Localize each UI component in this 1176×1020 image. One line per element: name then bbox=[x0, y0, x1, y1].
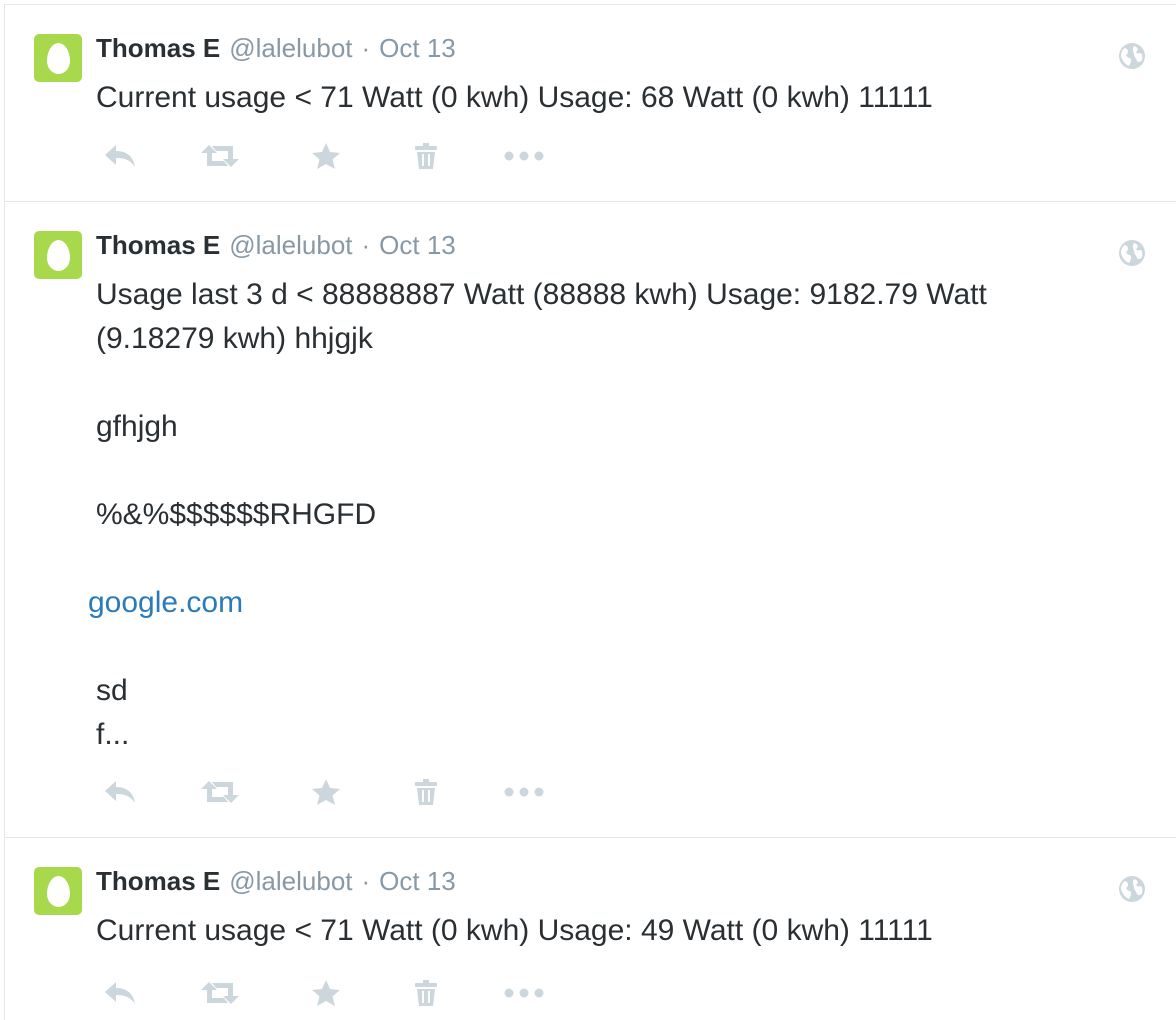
more-dots-icon bbox=[504, 151, 544, 161]
retweet-button[interactable] bbox=[197, 772, 243, 812]
tweet-text: Current usage < 71 Watt (0 kwh) Usage: 4… bbox=[96, 909, 1146, 953]
user-fullname[interactable]: Thomas E bbox=[96, 230, 220, 261]
user-fullname[interactable]: Thomas E bbox=[96, 33, 220, 64]
globe-icon bbox=[1119, 240, 1145, 266]
reply-button[interactable] bbox=[97, 772, 143, 812]
tweet-timeline: Thomas E @lalelubot · Oct 13 Current usa… bbox=[4, 4, 1176, 1020]
delete-button[interactable] bbox=[403, 973, 449, 1013]
tweet-item[interactable]: Thomas E @lalelubot · Oct 13 Current usa… bbox=[5, 838, 1176, 1020]
default-egg-avatar-icon bbox=[47, 240, 70, 271]
more-button[interactable] bbox=[501, 973, 547, 1013]
tweet-link[interactable]: google.com bbox=[88, 586, 243, 619]
reply-icon bbox=[105, 781, 135, 803]
tweet-text-line: gfhjgh bbox=[96, 410, 178, 443]
tweet-text-line: Usage last 3 d < 88888887 Watt (88888 kw… bbox=[96, 278, 987, 311]
tweet-text-line: (9.18279 kwh) hhjgjk bbox=[96, 322, 373, 355]
star-icon bbox=[312, 980, 340, 1006]
tweet-timestamp[interactable]: Oct 13 bbox=[379, 33, 456, 64]
separator-dot: · bbox=[361, 230, 371, 260]
avatar[interactable] bbox=[34, 34, 82, 82]
tweet-timestamp[interactable]: Oct 13 bbox=[379, 230, 456, 261]
tweet-header: Thomas E @lalelubot · Oct 13 bbox=[96, 230, 456, 264]
tweet-text-line: sd bbox=[96, 674, 128, 707]
star-icon bbox=[312, 779, 340, 805]
retweet-button[interactable] bbox=[197, 136, 243, 176]
retweet-button[interactable] bbox=[197, 973, 243, 1013]
trash-icon bbox=[415, 143, 437, 169]
delete-button[interactable] bbox=[403, 772, 449, 812]
tweet-text-line: %&%$$$$$$RHGFD bbox=[96, 498, 377, 531]
favorite-button[interactable] bbox=[303, 772, 349, 812]
tweet-text-line: Current usage < 71 Watt (0 kwh) Usage: 4… bbox=[96, 914, 933, 947]
trash-icon bbox=[415, 779, 437, 805]
separator-dot: · bbox=[361, 866, 371, 896]
reply-button[interactable] bbox=[97, 136, 143, 176]
tweet-item[interactable]: Thomas E @lalelubot · Oct 13 Current usa… bbox=[5, 5, 1176, 202]
favorite-button[interactable] bbox=[303, 136, 349, 176]
avatar[interactable] bbox=[34, 867, 82, 915]
default-egg-avatar-icon bbox=[47, 43, 70, 74]
trash-icon bbox=[415, 980, 437, 1006]
tweet-text-line: Current usage < 71 Watt (0 kwh) Usage: 6… bbox=[96, 81, 933, 114]
user-handle[interactable]: @lalelubot bbox=[229, 866, 352, 897]
retweet-icon bbox=[201, 982, 239, 1004]
user-handle[interactable]: @lalelubot bbox=[229, 33, 352, 64]
user-fullname[interactable]: Thomas E bbox=[96, 866, 220, 897]
favorite-button[interactable] bbox=[303, 973, 349, 1013]
tweet-header: Thomas E @lalelubot · Oct 13 bbox=[96, 866, 456, 900]
globe-icon bbox=[1119, 43, 1145, 69]
separator-dot: · bbox=[361, 33, 371, 63]
more-dots-icon bbox=[504, 988, 544, 998]
default-egg-avatar-icon bbox=[47, 876, 70, 907]
tweet-timestamp[interactable]: Oct 13 bbox=[379, 866, 456, 897]
retweet-icon bbox=[201, 781, 239, 803]
avatar[interactable] bbox=[34, 231, 82, 279]
tweet-header: Thomas E @lalelubot · Oct 13 bbox=[96, 33, 456, 67]
tweet-text: Current usage < 71 Watt (0 kwh) Usage: 6… bbox=[96, 76, 1146, 120]
reply-icon bbox=[105, 982, 135, 1004]
more-dots-icon bbox=[504, 787, 544, 797]
globe-icon bbox=[1119, 876, 1145, 902]
retweet-icon bbox=[201, 145, 239, 167]
tweet-text-line: f... bbox=[96, 718, 130, 751]
tweet-item[interactable]: Thomas E @lalelubot · Oct 13 Usage last … bbox=[5, 202, 1176, 838]
user-handle[interactable]: @lalelubot bbox=[229, 230, 352, 261]
star-icon bbox=[312, 143, 340, 169]
tweet-text: Usage last 3 d < 88888887 Watt (88888 kw… bbox=[88, 273, 1146, 757]
delete-button[interactable] bbox=[403, 136, 449, 176]
reply-button[interactable] bbox=[97, 973, 143, 1013]
reply-icon bbox=[105, 145, 135, 167]
more-button[interactable] bbox=[501, 772, 547, 812]
more-button[interactable] bbox=[501, 136, 547, 176]
